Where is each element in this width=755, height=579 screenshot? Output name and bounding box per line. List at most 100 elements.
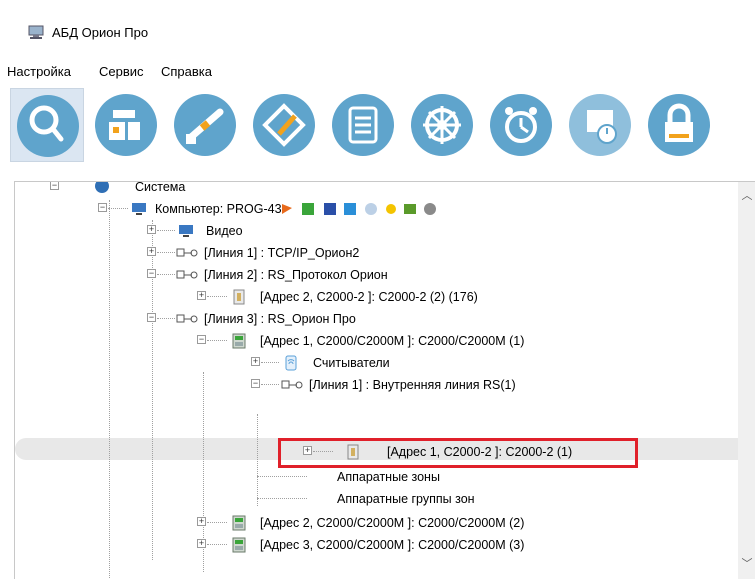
alarm-clock-icon <box>490 94 552 156</box>
toolbar-lock-button[interactable] <box>642 88 755 162</box>
tree-label: Считыватели <box>313 356 390 370</box>
search-icon <box>17 95 79 157</box>
collapse-icon[interactable]: − <box>147 313 156 322</box>
expand-icon[interactable]: + <box>197 517 206 526</box>
tree-row-internal-line[interactable]: − [Линия 1] : Внутренняя линия RS(1) <box>15 374 738 396</box>
tree-row-line2-addr2[interactable]: + [Адрес 2, С2000-2 ]: С2000-2 (2) (176) <box>15 286 738 308</box>
tree-row-line2[interactable]: − [Линия 2] : RS_Протокол Орион <box>15 264 738 286</box>
window-title: АБД Орион Про <box>52 25 149 40</box>
toolbar-list-button[interactable] <box>326 88 400 162</box>
tree-row-hw-zone-groups[interactable]: Аппаратные группы зон <box>15 488 738 510</box>
tree-label: [Адрес 2, С2000/С2000М ]: С2000/С2000М (… <box>260 516 525 530</box>
tree-line <box>207 340 227 341</box>
tree-row-hw-zones[interactable]: Аппаратные зоны <box>15 466 738 488</box>
scroll-up-icon[interactable]: ︿ <box>741 190 753 202</box>
status-icons <box>282 203 436 215</box>
menu-service[interactable]: Сервис <box>99 64 144 79</box>
line-connector-icon <box>176 270 198 279</box>
tree-row-line3-addr1[interactable]: − [Адрес 1, С2000/С2000М ]: С2000/С2000М… <box>15 330 738 352</box>
line-connector-icon <box>281 380 303 389</box>
vertical-scrollbar[interactable]: ︿ ﹀ <box>738 182 755 579</box>
tree-line <box>207 544 227 545</box>
expand-icon[interactable]: + <box>303 446 312 455</box>
lock-icon <box>648 94 710 156</box>
toolbar-devices-button[interactable] <box>89 88 163 162</box>
tree-line <box>157 230 175 231</box>
toolbar-barrier-button[interactable] <box>168 88 242 162</box>
menu-help[interactable]: Справка <box>161 64 212 79</box>
tree-row-line1[interactable]: + [Линия 1] : TCP/IP_Орион2 <box>15 242 738 264</box>
tree-line <box>261 384 279 385</box>
tree-row-line3-addr2[interactable]: + [Адрес 2, С2000/С2000М ]: С2000/С2000М… <box>15 512 738 534</box>
barrier-icon <box>174 94 236 156</box>
c2000m-controller-icon <box>232 537 246 553</box>
collapse-icon[interactable]: − <box>251 379 260 388</box>
tree-line <box>207 522 227 523</box>
expand-icon[interactable]: + <box>147 247 156 256</box>
computer-icon <box>179 225 193 237</box>
tree-line <box>157 252 175 253</box>
expand-icon[interactable]: + <box>147 225 156 234</box>
tree-label: [Адрес 1, С2000/С2000М ]: С2000/С2000М (… <box>260 334 525 348</box>
title-bar: АБД Орион Про <box>0 0 755 60</box>
tree-label: [Адрес 1, С2000-2 ]: С2000-2 (1) <box>387 445 573 459</box>
reader-icon <box>285 355 297 371</box>
tree-line <box>313 451 333 452</box>
tree-line <box>108 208 128 209</box>
tree-label: Видео <box>206 224 243 238</box>
menu-bar: Настройка Сервис Справка <box>0 60 755 84</box>
globe-icon <box>95 182 109 193</box>
tree-line <box>207 296 227 297</box>
tree-label: Аппаратные зоны <box>337 470 440 484</box>
menu-settings[interactable]: Настройка <box>7 64 71 79</box>
devices-icon <box>95 94 157 156</box>
toolbar-plan-edit-button[interactable] <box>247 88 321 162</box>
tree-line <box>157 318 175 319</box>
list-icon <box>332 94 394 156</box>
c2000-2-device-icon <box>233 289 245 305</box>
expand-icon[interactable]: + <box>197 291 206 300</box>
tree-label: [Адрес 2, С2000-2 ]: С2000-2 (2) (176) <box>260 290 478 304</box>
collapse-icon[interactable]: − <box>147 269 156 278</box>
expand-icon[interactable]: + <box>197 539 206 548</box>
tree-label: [Линия 3] : RS_Орион Про <box>204 312 356 326</box>
tree-label: Компьютер: PROG-43 <box>155 202 282 216</box>
tree-label: [Линия 2] : RS_Протокол Орион <box>204 268 388 282</box>
collapse-icon[interactable]: − <box>98 203 107 212</box>
tree-line <box>157 274 175 275</box>
tree-row-line3-addr3[interactable]: + [Адрес 3, С2000/С2000М ]: С2000/С2000М… <box>15 534 738 556</box>
toolbar-schedule-button[interactable] <box>563 88 637 162</box>
tree-row-line3[interactable]: − [Линия 3] : RS_Орион Про <box>15 308 738 330</box>
computer-icon <box>132 203 146 215</box>
scroll-down-icon[interactable]: ﹀ <box>741 558 753 570</box>
collapse-icon[interactable]: − <box>197 335 206 344</box>
tree-line <box>257 498 307 499</box>
line-connector-icon <box>176 248 198 257</box>
toolbar <box>0 84 755 166</box>
app-icon <box>28 25 44 39</box>
tree-label: Система <box>135 181 186 194</box>
toolbar-wheel-button[interactable] <box>405 88 479 162</box>
tree-row-selected-device[interactable]: + [Адрес 1, С2000-2 ]: С2000-2 (1) <box>15 441 738 463</box>
line-connector-icon <box>176 314 198 323</box>
expand-icon[interactable]: + <box>251 357 260 366</box>
tree-line <box>257 476 307 477</box>
tree-label: Аппаратные группы зон <box>337 492 475 506</box>
c2000m-controller-icon <box>232 515 246 531</box>
collapse-icon[interactable]: − <box>50 182 59 190</box>
c2000m-controller-icon <box>232 333 246 349</box>
tree-row-computer[interactable]: − Компьютер: PROG-43 <box>15 198 738 220</box>
tree-row-readers[interactable]: + Считыватели <box>15 352 738 374</box>
tree-row-system[interactable]: − Система <box>15 181 738 198</box>
tree-row-video[interactable]: + Видео <box>15 220 738 242</box>
object-tree[interactable]: − Система − Компьютер: PROG-43 + Видео +… <box>14 181 755 579</box>
plan-edit-icon <box>253 94 315 156</box>
schedule-icon <box>569 94 631 156</box>
tree-label: [Линия 1] : Внутренняя линия RS(1) <box>309 378 516 392</box>
tree-label: [Адрес 3, С2000/С2000М ]: С2000/С2000М (… <box>260 538 525 552</box>
tree-label: [Линия 1] : TCP/IP_Орион2 <box>204 246 360 260</box>
c2000-2-device-icon <box>347 444 359 460</box>
toolbar-search-button[interactable] <box>10 88 84 162</box>
tree-line <box>261 362 279 363</box>
toolbar-alarm-button[interactable] <box>484 88 558 162</box>
